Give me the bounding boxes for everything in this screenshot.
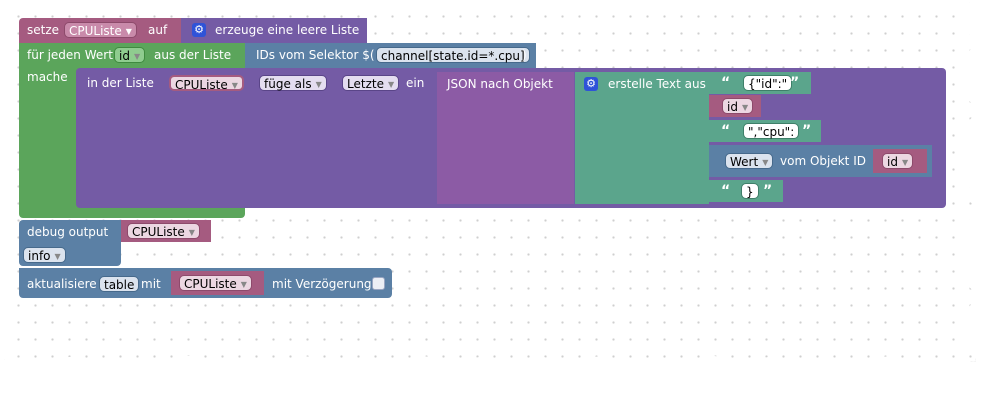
chevron-down-icon: ▼ <box>387 80 395 89</box>
in-label: ein <box>406 76 425 90</box>
json-to-object-block[interactable]: JSON nach Objekt <box>437 72 574 204</box>
variable-dropdown[interactable]: CPUListe ▼ <box>64 22 137 38</box>
chevron-down-icon: ▼ <box>125 27 132 36</box>
to-label: auf <box>148 23 168 37</box>
gear-icon[interactable]: ⚙ <box>192 23 206 37</box>
variable-block[interactable]: CPUListe ▼ <box>171 271 264 295</box>
list-variable-name: CPUListe <box>175 78 228 92</box>
chevron-down-icon: ▼ <box>240 280 247 289</box>
selector-block[interactable]: IDs vom Selektor $( channel[state.id=*.c… <box>245 43 536 68</box>
attribute-value: Wert <box>730 155 759 169</box>
chevron-down-icon: ▼ <box>901 158 909 167</box>
chevron-down-icon: ▼ <box>762 158 769 167</box>
for-each-label: für jeden Wert <box>27 48 113 62</box>
position-value: Letzte <box>347 77 384 91</box>
target-input[interactable]: table <box>99 276 140 292</box>
set-label: setze <box>27 23 60 37</box>
insert-mode-value: füge als <box>264 77 312 91</box>
variable-name: CPUListe <box>132 225 185 239</box>
variable-block[interactable]: id ▼ <box>873 149 927 173</box>
selector-close-paren: ) <box>522 48 527 62</box>
chevron-down-icon: ▼ <box>188 228 195 237</box>
gear-icon[interactable]: ⚙ <box>584 77 598 91</box>
chevron-down-icon: ▼ <box>133 52 141 61</box>
selector-label: IDs vom Selektor $( <box>256 48 375 62</box>
in-list-label: in der Liste <box>87 76 154 90</box>
text-input[interactable]: {"id":" <box>743 75 793 91</box>
variable-block[interactable]: id ▼ <box>709 95 761 117</box>
selector-input[interactable]: channel[state.id=*.cpu] <box>376 47 530 63</box>
object-id-label: vom Objekt ID <box>780 154 866 168</box>
variable-name: CPUListe <box>69 24 122 38</box>
list-variable-dropdown[interactable]: CPUListe ▼ <box>169 75 244 92</box>
update-block[interactable]: aktualisiere table mit CPUListe ▼ mit Ver… <box>19 268 392 298</box>
variable-dropdown[interactable]: id ▼ <box>882 153 914 169</box>
text-join-block[interactable]: ⚙ erstelle Text aus <box>575 72 709 204</box>
variable-name: id <box>727 100 738 114</box>
variable-dropdown[interactable]: CPUListe ▼ <box>127 223 200 239</box>
chevron-down-icon: ▼ <box>741 103 749 112</box>
loop-variable-name: id <box>119 49 130 63</box>
close-quote-icon: ” <box>763 183 773 199</box>
text-join-label: erstelle Text aus <box>608 77 706 91</box>
update-label: aktualisiere <box>27 277 97 291</box>
do-label: mache <box>27 70 68 84</box>
variable-dropdown[interactable]: CPUListe ▼ <box>179 275 252 291</box>
blockly-workspace[interactable]: setze CPUListe ▼ auf ⚙ erzeuge eine leere… <box>0 0 1007 406</box>
open-quote-icon: “ <box>721 75 731 91</box>
delay-checkbox[interactable] <box>372 277 385 290</box>
create-empty-list-label: erzeuge eine leere Liste <box>215 23 360 37</box>
debug-output-block[interactable]: debug output info ▼ <box>19 220 121 266</box>
variable-name: id <box>887 155 898 169</box>
object-value-block[interactable]: Wert ▼ vom Objekt ID id ▼ <box>709 145 932 177</box>
create-empty-list-block[interactable]: ⚙ erzeuge eine leere Liste <box>181 18 367 43</box>
variable-block[interactable]: CPUListe ▼ <box>121 220 211 242</box>
text-input[interactable]: ","cpu": <box>743 123 800 139</box>
chevron-down-icon: ▼ <box>231 81 238 90</box>
loop-variable-dropdown[interactable]: id ▼ <box>114 47 146 63</box>
chevron-down-icon: ▼ <box>54 252 61 261</box>
text-block[interactable]: “ {"id":" ” <box>709 72 811 94</box>
text-input[interactable]: } <box>741 183 759 199</box>
open-quote-icon: “ <box>721 183 731 199</box>
variable-name: CPUListe <box>184 277 237 291</box>
text-block[interactable]: “ ","cpu": ” <box>709 120 821 142</box>
close-quote-icon: ” <box>802 123 812 139</box>
with-label: mit <box>141 277 161 291</box>
insert-mode-dropdown[interactable]: füge als ▼ <box>259 75 327 91</box>
delay-label: mit Verzögerung <box>272 277 372 291</box>
json-to-object-label: JSON nach Objekt <box>447 77 553 91</box>
chevron-down-icon: ▼ <box>315 80 322 89</box>
text-block[interactable]: “ } ” <box>709 180 783 202</box>
close-quote-icon: ” <box>790 75 800 91</box>
log-level-value: info <box>28 249 51 263</box>
debug-output-label: debug output <box>27 225 109 239</box>
from-list-label: aus der Liste <box>154 48 232 62</box>
attribute-dropdown[interactable]: Wert ▼ <box>725 153 774 169</box>
set-variable-block[interactable]: setze CPUListe ▼ auf <box>19 18 181 43</box>
position-dropdown[interactable]: Letzte ▼ <box>342 75 400 91</box>
log-level-dropdown[interactable]: info ▼ <box>23 247 66 263</box>
open-quote-icon: “ <box>721 123 731 139</box>
variable-dropdown[interactable]: id ▼ <box>722 98 754 114</box>
